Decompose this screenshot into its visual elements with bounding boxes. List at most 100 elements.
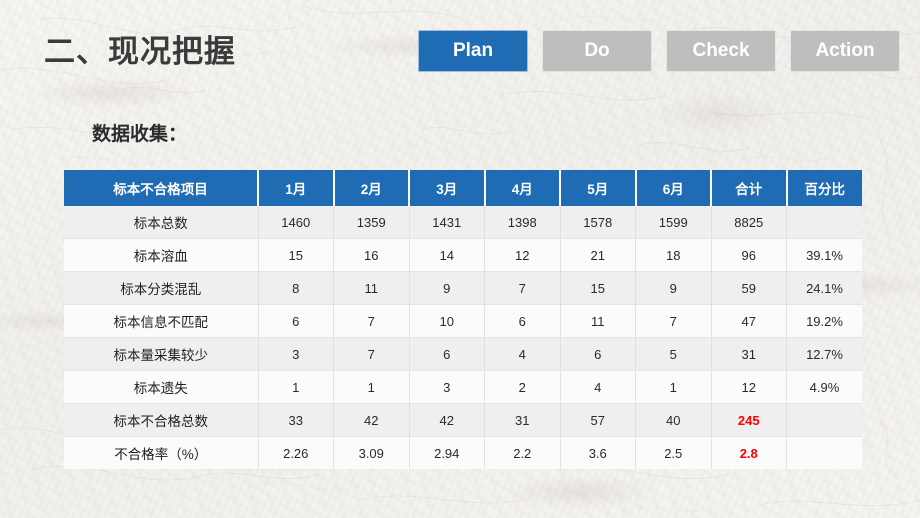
row-label: 标本不合格总数 [64, 403, 259, 437]
table-cell: 31 [711, 337, 787, 371]
table-cell: 31 [484, 403, 561, 437]
table-cell: 11 [560, 304, 636, 338]
tab-check-label: Check [692, 40, 750, 61]
tab-action-label: Action [815, 40, 875, 61]
table-cell: 8825 [711, 206, 787, 239]
table-cell: 59 [711, 271, 787, 305]
table-cell: 12 [484, 238, 561, 272]
tab-do-label: Do [584, 40, 610, 61]
table-cell: 3 [258, 337, 334, 371]
table-cell: 40 [635, 403, 712, 437]
table-cell: 4 [484, 337, 561, 371]
table-cell: 3.6 [560, 436, 636, 469]
section-label: 数据收集： [92, 124, 188, 145]
table-cell: 245 [711, 403, 787, 437]
tab-action[interactable]: Action [790, 30, 900, 72]
table-cell: 57 [560, 403, 636, 437]
table-body: 标本总数 1460 1359 1431 1398 1578 1599 8825 标本溶血 15 16… [64, 206, 862, 469]
table-header-cell-6: 6月 [635, 170, 712, 206]
table-cell: 8 [258, 271, 334, 305]
table-cell [786, 436, 862, 469]
table-cell: 1 [258, 370, 334, 404]
table-header-cell-2: 2月 [333, 170, 410, 206]
table-cell: 3 [409, 370, 485, 404]
table-cell: 2.2 [484, 436, 561, 469]
pdca-tab-group: Plan Do Check Action [418, 30, 900, 72]
table-cell: 1578 [560, 206, 636, 239]
table-cell: 2.5 [635, 436, 712, 469]
table-cell: 1398 [484, 206, 561, 239]
table-header-cell-7: 合计 [711, 170, 788, 206]
table-cell: 9 [409, 271, 485, 305]
table-header-cell-8: 百分比 [786, 170, 862, 206]
table-row: 不合格率（%） 2.26 3.09 2.94 2.2 3.6 2.5 2.8 [64, 436, 862, 469]
table-cell: 12.7% [786, 337, 862, 371]
table-header-cell-0: 标本不合格项目 [64, 170, 259, 206]
table-row: 标本量采集较少 3 7 6 4 6 5 31 12.7% [64, 337, 862, 371]
table-cell [786, 206, 862, 239]
table-cell: 1431 [409, 206, 485, 239]
table-cell: 10 [409, 304, 485, 338]
table-cell: 18 [635, 238, 712, 272]
table-row: 标本分类混乱 8 11 9 7 15 9 59 24.1% [64, 271, 862, 305]
table-cell: 6 [560, 337, 636, 371]
table-header-row: 标本不合格项目 1月 2月 3月 4月 5月 6月 合计 百分比 [64, 170, 862, 206]
table-cell: 16 [333, 238, 410, 272]
data-table-container: 标本不合格项目 1月 2月 3月 4月 5月 6月 合计 百分比 标本总数 1460 1359 143… [64, 170, 862, 469]
table-cell: 7 [333, 337, 410, 371]
tab-plan[interactable]: Plan [418, 30, 528, 72]
table-cell: 9 [635, 271, 712, 305]
table-cell: 42 [333, 403, 410, 437]
table-row: 标本不合格总数 33 42 42 31 57 40 245 [64, 403, 862, 437]
page-title: 二、现况把握 [44, 34, 236, 69]
table-cell: 2 [484, 370, 561, 404]
table-row: 标本信息不匹配 6 7 10 6 11 7 47 19.2% [64, 304, 862, 338]
table-cell: 1599 [635, 206, 712, 239]
specimen-nonconformity-table: 标本不合格项目 1月 2月 3月 4月 5月 6月 合计 百分比 标本总数 1460 1359 143… [64, 170, 862, 469]
row-label: 标本遗失 [64, 370, 259, 404]
slide-canvas: 二、现况把握 Plan Do Check Action 数据收集： 标本不合格项… [0, 0, 920, 518]
table-cell: 96 [711, 238, 787, 272]
table-cell [786, 403, 862, 437]
table-header-cell-4: 4月 [484, 170, 561, 206]
table-cell: 19.2% [786, 304, 862, 338]
tab-do[interactable]: Do [542, 30, 652, 72]
table-cell: 6 [484, 304, 561, 338]
table-cell: 6 [409, 337, 485, 371]
table-cell: 39.1% [786, 238, 862, 272]
table-row: 标本遗失 1 1 3 2 4 1 12 4.9% [64, 370, 862, 404]
table-cell: 2.94 [409, 436, 485, 469]
table-row: 标本总数 1460 1359 1431 1398 1578 1599 8825 [64, 206, 862, 239]
tab-check[interactable]: Check [666, 30, 776, 72]
table-cell: 1359 [333, 206, 410, 239]
row-label: 标本分类混乱 [64, 271, 259, 305]
table-cell: 21 [560, 238, 636, 272]
table-header-cell-5: 5月 [560, 170, 637, 206]
table-cell: 3.09 [333, 436, 410, 469]
table-cell: 7 [333, 304, 410, 338]
table-cell: 4 [560, 370, 636, 404]
table-cell: 42 [409, 403, 485, 437]
table-cell: 1 [333, 370, 410, 404]
row-label: 不合格率（%） [64, 436, 259, 469]
table-row: 标本溶血 15 16 14 12 21 18 96 39.1% [64, 238, 862, 272]
table-cell: 2.26 [258, 436, 334, 469]
table-cell: 12 [711, 370, 787, 404]
table-header-cell-1: 1月 [258, 170, 335, 206]
table-cell: 4.9% [786, 370, 862, 404]
row-label: 标本总数 [64, 206, 259, 239]
row-label: 标本信息不匹配 [64, 304, 259, 338]
table-cell: 33 [258, 403, 334, 437]
table-header: 标本不合格项目 1月 2月 3月 4月 5月 6月 合计 百分比 [64, 170, 862, 206]
table-cell: 7 [484, 271, 561, 305]
table-cell: 7 [635, 304, 712, 338]
table-cell: 11 [333, 271, 410, 305]
table-cell: 1 [635, 370, 712, 404]
row-label: 标本溶血 [64, 238, 259, 272]
table-cell: 15 [258, 238, 334, 272]
table-cell: 24.1% [786, 271, 862, 305]
table-cell: 5 [635, 337, 712, 371]
row-label: 标本量采集较少 [64, 337, 259, 371]
table-cell: 14 [409, 238, 485, 272]
table-header-cell-3: 3月 [409, 170, 486, 206]
